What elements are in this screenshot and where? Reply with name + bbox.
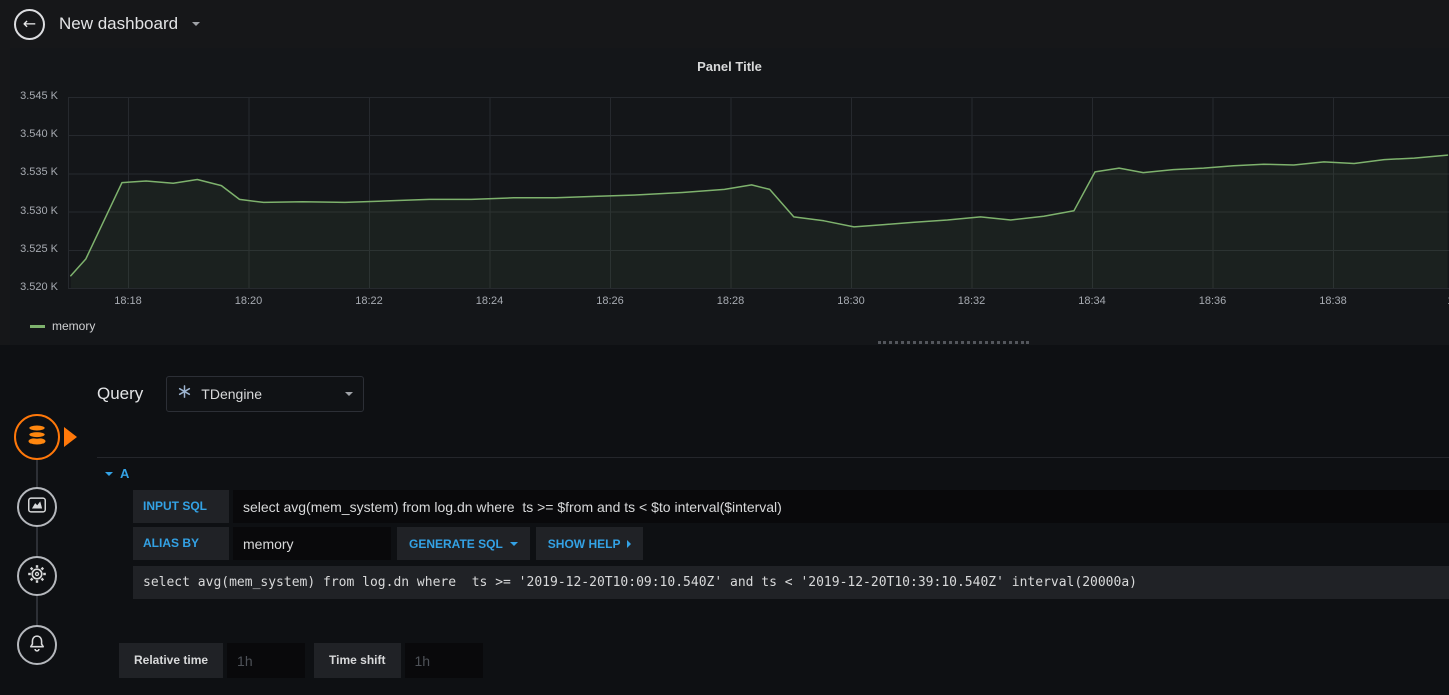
x-axis-tick-label: 18:30 xyxy=(837,295,865,307)
tdengine-logo-icon xyxy=(177,384,192,404)
x-axis-tick-label: 18:18 xyxy=(114,295,142,307)
relative-time-field[interactable] xyxy=(227,643,306,678)
dashboard-title[interactable]: New dashboard xyxy=(59,14,178,34)
legend-series-label[interactable]: memory xyxy=(52,319,95,333)
legend-color-swatch[interactable] xyxy=(30,324,45,328)
input-sql-row: INPUT SQL xyxy=(133,490,1449,523)
x-axis-tick-label: 18:22 xyxy=(355,295,383,307)
active-tab-arrow-icon xyxy=(64,427,77,447)
x-axis-tick-label: 18:38 xyxy=(1319,295,1347,307)
y-axis-tick-label: 3.530 K xyxy=(20,204,58,217)
alias-by-row: ALIAS BY GENERATE SQL SHOW HELP xyxy=(133,527,1449,560)
time-shift-field[interactable] xyxy=(404,643,483,678)
graph-icon xyxy=(26,494,48,521)
x-axis-tick-label: 18 xyxy=(1424,295,1449,307)
query-options-row: Relative time Time shift xyxy=(97,643,1449,678)
bell-icon xyxy=(26,632,48,659)
collapse-caret-icon xyxy=(105,471,113,476)
tab-queries[interactable] xyxy=(14,414,77,460)
query-ref-id: A xyxy=(120,466,130,481)
generate-sql-label: GENERATE SQL xyxy=(409,536,503,551)
x-axis-tick-label: 18:20 xyxy=(234,295,263,307)
time-shift-label: Time shift xyxy=(314,643,401,678)
show-help-label: SHOW HELP xyxy=(547,536,621,551)
generate-sql-button[interactable]: GENERATE SQL xyxy=(397,527,530,560)
database-icon xyxy=(25,423,49,452)
y-axis-tick-label: 3.535 K xyxy=(20,166,58,179)
grafana-app: ← New dashboard Panel Title 3.545 K 3.540… xyxy=(0,0,1449,695)
input-sql-field[interactable] xyxy=(233,490,1449,523)
x-axis-tick-label: 18:36 xyxy=(1198,295,1227,307)
show-help-button[interactable]: SHOW HELP xyxy=(535,527,644,560)
x-axis-tick-label: 18:32 xyxy=(957,295,986,307)
panel-editor-tabs xyxy=(0,345,77,695)
x-axis-tick-label: 18:34 xyxy=(1078,295,1106,307)
query-editor-content: Query TDengine A INPUT SQL select avg(me… xyxy=(75,345,1449,695)
query-row: A INPUT SQL ALIAS BY GENERATE SQL xyxy=(97,457,1449,599)
arrow-left-icon: ← xyxy=(22,14,37,33)
datasource-picker[interactable]: TDengine xyxy=(166,376,365,412)
tab-alert[interactable] xyxy=(17,625,57,665)
query-row-header[interactable]: A xyxy=(97,458,1449,490)
input-sql-label: INPUT SQL xyxy=(133,490,229,523)
alias-by-label: ALIAS BY xyxy=(133,527,229,560)
y-axis-tick-label: 3.540 K xyxy=(20,128,58,141)
query-section-title: Query xyxy=(97,384,144,403)
tab-general[interactable] xyxy=(17,556,57,596)
datasource-name: TDengine xyxy=(201,386,262,402)
generated-sql-preview: select avg(mem_system) from log.dn where… xyxy=(133,566,1449,599)
query-form: INPUT SQL ALIAS BY GENERATE SQL SHOW HEL… xyxy=(133,490,1449,599)
x-axis-tick-label: 18:24 xyxy=(475,295,504,307)
y-axis-tick-label: 3.545 K xyxy=(20,90,58,102)
x-axis-tick-label: 18:26 xyxy=(596,295,624,307)
alias-by-field[interactable] xyxy=(233,527,391,560)
x-axis-tick-label: 18:28 xyxy=(716,295,745,307)
tab-visualization[interactable] xyxy=(17,487,57,527)
y-axis-tick-label: 3.520 K xyxy=(20,281,58,293)
back-button[interactable]: ← xyxy=(14,8,45,40)
gear-icon xyxy=(26,563,48,590)
panel-editor: Query TDengine A INPUT SQL select avg(me… xyxy=(0,345,1449,695)
chevron-down-icon xyxy=(345,392,354,396)
legend: memory xyxy=(30,319,95,333)
query-section-header: Query TDengine xyxy=(97,376,1449,412)
caret-right-icon xyxy=(627,539,632,548)
graph-panel: Panel Title 3.545 K 3.540 K 3.535 K 3.530 K… xyxy=(10,48,1449,345)
caret-down-icon xyxy=(509,541,518,546)
y-axis-tick-label: 3.525 K xyxy=(20,242,58,255)
dashboard-header: ← New dashboard xyxy=(0,0,1449,48)
panel-resize-handle[interactable] xyxy=(878,341,1029,344)
relative-time-label: Relative time xyxy=(119,643,224,678)
chevron-down-icon[interactable] xyxy=(192,22,201,26)
memory-series-area xyxy=(70,155,1448,288)
tab-connector xyxy=(36,437,38,645)
time-series-plot[interactable]: 3.545 K 3.540 K 3.535 K 3.530 K 3.525 K 3.520… xyxy=(10,48,1449,345)
